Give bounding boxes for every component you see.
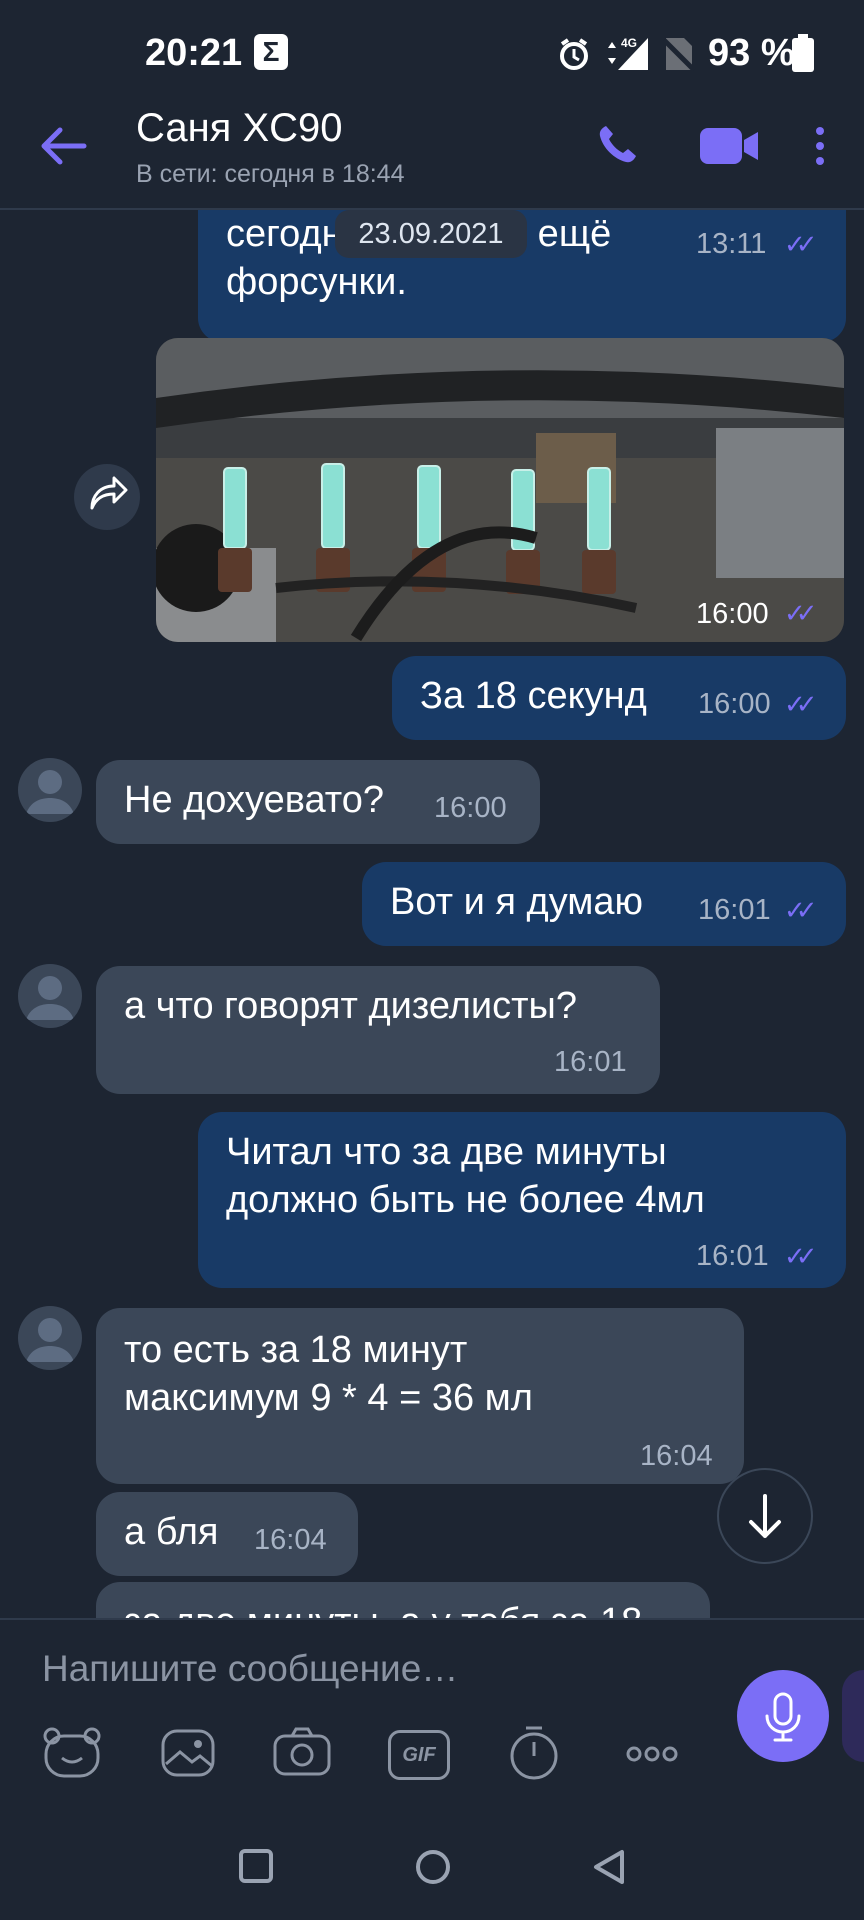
message-text: За 18 секунд	[420, 675, 647, 717]
signal-icon: 4G	[608, 36, 648, 70]
avatar[interactable]	[18, 1306, 82, 1370]
message-time: 16:01	[696, 1240, 769, 1272]
engine-photo	[156, 338, 844, 642]
read-receipt-icon: ✓✓	[784, 229, 817, 259]
message-text-line: максимум 9 * 4 = 36 мл	[124, 1377, 533, 1419]
scroll-to-bottom-button[interactable]	[717, 1468, 813, 1564]
contact-name[interactable]: Саня XC90	[136, 106, 343, 151]
microphone-icon	[765, 1692, 801, 1742]
message-bubble-incoming[interactable]: а бля 16:04	[96, 1492, 358, 1576]
no-sim-icon	[662, 38, 696, 72]
back-icon[interactable]	[590, 1848, 628, 1886]
recent-apps-icon[interactable]	[238, 1848, 274, 1884]
sigma-icon: Σ	[254, 34, 288, 70]
message-text-line: Читал что за две минуты	[226, 1131, 667, 1173]
message-bubble-incoming[interactable]: за две минуты, а у тебя за 18	[96, 1582, 710, 1618]
send-button-edge	[842, 1670, 864, 1762]
message-bubble-incoming[interactable]: а что говорят дизелисты? 16:01	[96, 966, 660, 1094]
camera-icon[interactable]	[272, 1726, 332, 1778]
message-bubble-outgoing[interactable]: За 18 секунд 16:00 ✓✓	[392, 656, 846, 740]
message-bubble-incoming[interactable]: Не дохуевато? 16:00	[96, 760, 540, 844]
message-input[interactable]: Напишите сообщение…	[42, 1648, 458, 1690]
network-type: 4G	[621, 36, 637, 50]
video-call-icon[interactable]	[700, 128, 758, 164]
status-time: 20:21	[145, 32, 243, 74]
back-arrow-icon[interactable]	[40, 126, 88, 166]
alarm-icon	[560, 38, 588, 70]
forward-icon	[90, 476, 128, 510]
message-bubble-outgoing[interactable]: Вот и я думаю 16:01 ✓✓	[362, 862, 846, 946]
message-photo[interactable]: 16:00 ✓✓	[156, 338, 844, 642]
message-list[interactable]: сегодня проверю ещё форсунки. 13:11 ✓✓ 2…	[0, 210, 864, 1618]
presence-status: В сети: сегодня в 18:44	[136, 160, 405, 188]
gallery-icon[interactable]	[160, 1728, 216, 1778]
date-divider: 23.09.2021	[335, 210, 527, 258]
message-text-line: то есть за 18 минут	[124, 1329, 468, 1371]
read-receipt-icon: ✓✓	[784, 598, 817, 628]
gif-button[interactable]: GIF	[388, 1730, 450, 1780]
default-avatar-icon	[26, 1318, 74, 1362]
read-receipt-icon: ✓✓	[784, 895, 817, 925]
message-time: 13:11	[696, 228, 767, 260]
avatar[interactable]	[18, 964, 82, 1028]
message-time: 16:01	[554, 1046, 627, 1078]
avatar[interactable]	[18, 758, 82, 822]
message-time: 16:00	[434, 792, 507, 824]
default-avatar-icon	[26, 770, 74, 814]
message-bubble-incoming[interactable]: то есть за 18 минут максимум 9 * 4 = 36 …	[96, 1308, 744, 1484]
message-text: а бля	[124, 1511, 219, 1553]
message-text: Вот и я думаю	[390, 881, 644, 923]
message-text: а что говорят дизелисты?	[124, 985, 577, 1027]
default-avatar-icon	[26, 976, 74, 1020]
message-time: 16:04	[254, 1524, 327, 1556]
message-time: 16:00	[698, 688, 771, 720]
message-text-line: должно быть не более 4мл	[226, 1179, 705, 1221]
read-receipt-icon: ✓✓	[784, 689, 817, 719]
message-time: 16:04	[640, 1440, 713, 1472]
sticker-icon[interactable]	[42, 1726, 102, 1780]
message-time: 16:00	[696, 598, 769, 630]
status-bar: 20:21 Σ 4G 93 %	[0, 0, 864, 100]
home-icon[interactable]	[414, 1848, 452, 1886]
message-text: за две минуты, а у тебя за 18	[124, 1598, 642, 1618]
message-time: 16:01	[698, 894, 771, 926]
more-menu-icon[interactable]	[814, 126, 826, 166]
battery-icon	[792, 34, 814, 72]
more-options-icon[interactable]	[626, 1744, 678, 1764]
message-text: Не дохуевато?	[124, 779, 385, 821]
forward-button[interactable]	[74, 464, 140, 530]
phone-icon[interactable]	[596, 122, 640, 166]
battery-percent: 93 %	[708, 32, 795, 74]
arrow-down-icon	[749, 1494, 781, 1538]
timer-icon[interactable]	[508, 1724, 560, 1782]
voice-message-button[interactable]	[737, 1670, 829, 1762]
message-bubble-outgoing[interactable]: Читал что за две минуты должно быть не б…	[198, 1112, 846, 1288]
read-receipt-icon: ✓✓	[784, 1241, 817, 1271]
